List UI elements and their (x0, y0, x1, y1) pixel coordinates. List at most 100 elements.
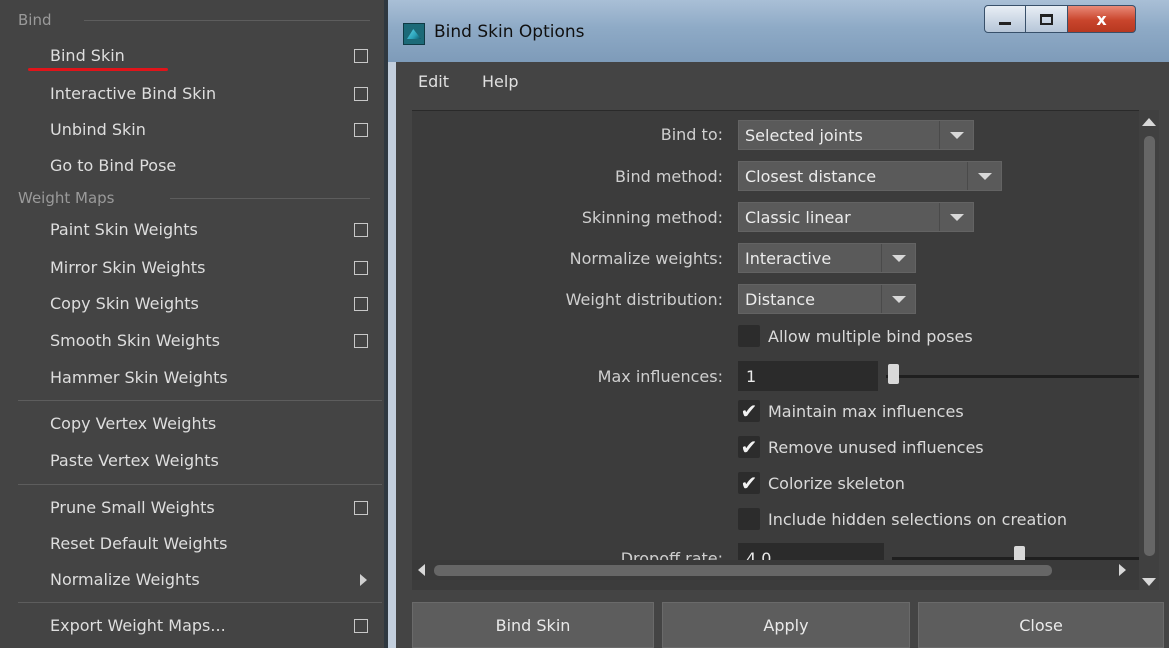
dropdown-value: Closest distance (745, 167, 877, 186)
section-bind: Bind (0, 10, 384, 30)
dropdown-value: Classic linear (745, 208, 851, 227)
option-box-icon[interactable] (354, 87, 368, 101)
menu-item-label: Go to Bind Pose (50, 156, 177, 175)
checkmark-icon: ✔ (740, 435, 758, 459)
chevron-down-icon (939, 203, 973, 231)
menu-item-label: Hammer Skin Weights (50, 368, 228, 387)
menu-item-label: Reset Default Weights (50, 534, 228, 553)
menu-item-label: Export Weight Maps... (50, 616, 226, 635)
scroll-left-arrow-icon[interactable] (418, 564, 425, 576)
include-hidden-selections-checkbox[interactable] (738, 508, 760, 530)
menu-item-hammer-skin-weights[interactable]: Hammer Skin Weights (0, 360, 384, 396)
option-box-icon[interactable] (354, 297, 368, 311)
scroll-up-arrow-icon[interactable] (1142, 118, 1156, 126)
menu-item-paint-skin-weights[interactable]: Paint Skin Weights (0, 212, 384, 248)
red-underline-annotation (28, 68, 168, 71)
minimize-icon (999, 21, 1011, 25)
menu-item-copy-skin-weights[interactable]: Copy Skin Weights (0, 286, 384, 322)
window-controls: x (984, 5, 1136, 33)
max-influences-slider-track[interactable] (886, 375, 1139, 378)
dialog-button-bar: Bind Skin Apply Close (396, 600, 1169, 648)
chevron-down-icon (967, 162, 1001, 190)
apply-button[interactable]: Apply (662, 602, 910, 648)
menu-item-interactive-bind-skin[interactable]: Interactive Bind Skin (0, 76, 384, 112)
bind-method-label: Bind method: (615, 167, 723, 186)
maximize-icon (1040, 13, 1053, 25)
max-influences-slider-handle[interactable] (888, 364, 899, 384)
colorize-skeleton-label: Colorize skeleton (768, 474, 905, 493)
menu-divider (18, 400, 382, 401)
section-divider (84, 20, 370, 21)
section-label: Bind (18, 11, 52, 29)
checkmark-icon: ✔ (740, 399, 758, 423)
menu-item-prune-small-weights[interactable]: Prune Small Weights (0, 490, 384, 526)
horizontal-scrollbar[interactable] (412, 560, 1139, 580)
option-box-icon[interactable] (354, 501, 368, 515)
max-influences-field[interactable]: 1 (738, 361, 878, 391)
maintain-max-influences-checkbox[interactable]: ✔ (738, 400, 760, 422)
maintain-max-influences-label: Maintain max influences (768, 402, 964, 421)
menu-item-normalize-weights[interactable]: Normalize Weights (0, 562, 384, 598)
menu-item-unbind-skin[interactable]: Unbind Skin (0, 112, 384, 148)
vertical-scroll-thumb[interactable] (1144, 136, 1155, 556)
menu-item-label: Prune Small Weights (50, 498, 215, 517)
normalize-weights-dropdown[interactable]: Interactive (738, 243, 916, 273)
vertical-scrollbar[interactable] (1139, 110, 1159, 590)
max-influences-label: Max influences: (597, 367, 723, 386)
allow-multiple-bind-poses-label: Allow multiple bind poses (768, 327, 973, 346)
option-box-icon[interactable] (354, 123, 368, 137)
maya-app-icon (403, 23, 425, 45)
menu-item-reset-default-weights[interactable]: Reset Default Weights (0, 526, 384, 562)
title-bar[interactable]: Bind Skin Options x (388, 0, 1169, 62)
scroll-down-arrow-icon[interactable] (1142, 578, 1156, 586)
menu-item-label: Smooth Skin Weights (50, 331, 220, 350)
bind-skin-button[interactable]: Bind Skin (412, 602, 654, 648)
menu-bar: Edit Help (396, 62, 1169, 100)
dropdown-value: Distance (745, 290, 815, 309)
screen: Bind Bind Skin Interactive Bind Skin Unb… (0, 0, 1169, 648)
close-button[interactable]: Close (918, 602, 1164, 648)
weight-distribution-dropdown[interactable]: Distance (738, 284, 916, 314)
allow-multiple-bind-poses-checkbox[interactable] (738, 325, 760, 347)
options-panel: Bind to: Selected joints Bind method: Cl… (412, 110, 1139, 590)
minimize-button[interactable] (984, 5, 1026, 33)
scroll-right-arrow-icon[interactable] (1119, 564, 1126, 576)
remove-unused-influences-label: Remove unused influences (768, 438, 984, 457)
close-window-button[interactable]: x (1068, 5, 1136, 33)
menu-item-label: Copy Vertex Weights (50, 414, 217, 433)
menu-help[interactable]: Help (482, 72, 518, 91)
skin-menu: Bind Bind Skin Interactive Bind Skin Unb… (0, 0, 384, 648)
menu-item-label: Copy Skin Weights (50, 294, 199, 313)
dropdown-value: Interactive (745, 249, 832, 268)
include-hidden-selections-label: Include hidden selections on creation (768, 510, 1067, 529)
dropdown-value: Selected joints (745, 126, 863, 145)
skinning-method-label: Skinning method: (581, 208, 723, 227)
bind-skin-options-window: Bind Skin Options x Edit Help Bind to: S… (388, 0, 1169, 648)
chevron-down-icon (881, 244, 915, 272)
option-box-icon[interactable] (354, 261, 368, 275)
bind-to-dropdown[interactable]: Selected joints (738, 120, 974, 150)
maximize-button[interactable] (1026, 5, 1068, 33)
menu-item-copy-vertex-weights[interactable]: Copy Vertex Weights (0, 406, 384, 442)
skinning-method-dropdown[interactable]: Classic linear (738, 202, 974, 232)
option-box-icon[interactable] (354, 223, 368, 237)
bind-method-dropdown[interactable]: Closest distance (738, 161, 1002, 191)
menu-item-export-weight-maps[interactable]: Export Weight Maps... (0, 608, 384, 644)
menu-item-smooth-skin-weights[interactable]: Smooth Skin Weights (0, 323, 384, 359)
menu-item-label: Unbind Skin (50, 120, 146, 139)
remove-unused-influences-checkbox[interactable]: ✔ (738, 436, 760, 458)
option-box-icon[interactable] (354, 619, 368, 633)
menu-item-label: Paint Skin Weights (50, 220, 198, 239)
menu-item-mirror-skin-weights[interactable]: Mirror Skin Weights (0, 250, 384, 286)
menu-item-go-to-bind-pose[interactable]: Go to Bind Pose (0, 148, 384, 184)
option-box-icon[interactable] (354, 334, 368, 348)
window-title: Bind Skin Options (434, 22, 585, 42)
menu-item-paste-vertex-weights[interactable]: Paste Vertex Weights (0, 443, 384, 479)
horizontal-scroll-thumb[interactable] (434, 565, 1052, 576)
menu-edit[interactable]: Edit (418, 72, 449, 91)
menu-item-label: Paste Vertex Weights (50, 451, 219, 470)
weight-distribution-label: Weight distribution: (565, 290, 723, 309)
colorize-skeleton-checkbox[interactable]: ✔ (738, 472, 760, 494)
option-box-icon[interactable] (354, 49, 368, 63)
checkmark-icon: ✔ (740, 471, 758, 495)
